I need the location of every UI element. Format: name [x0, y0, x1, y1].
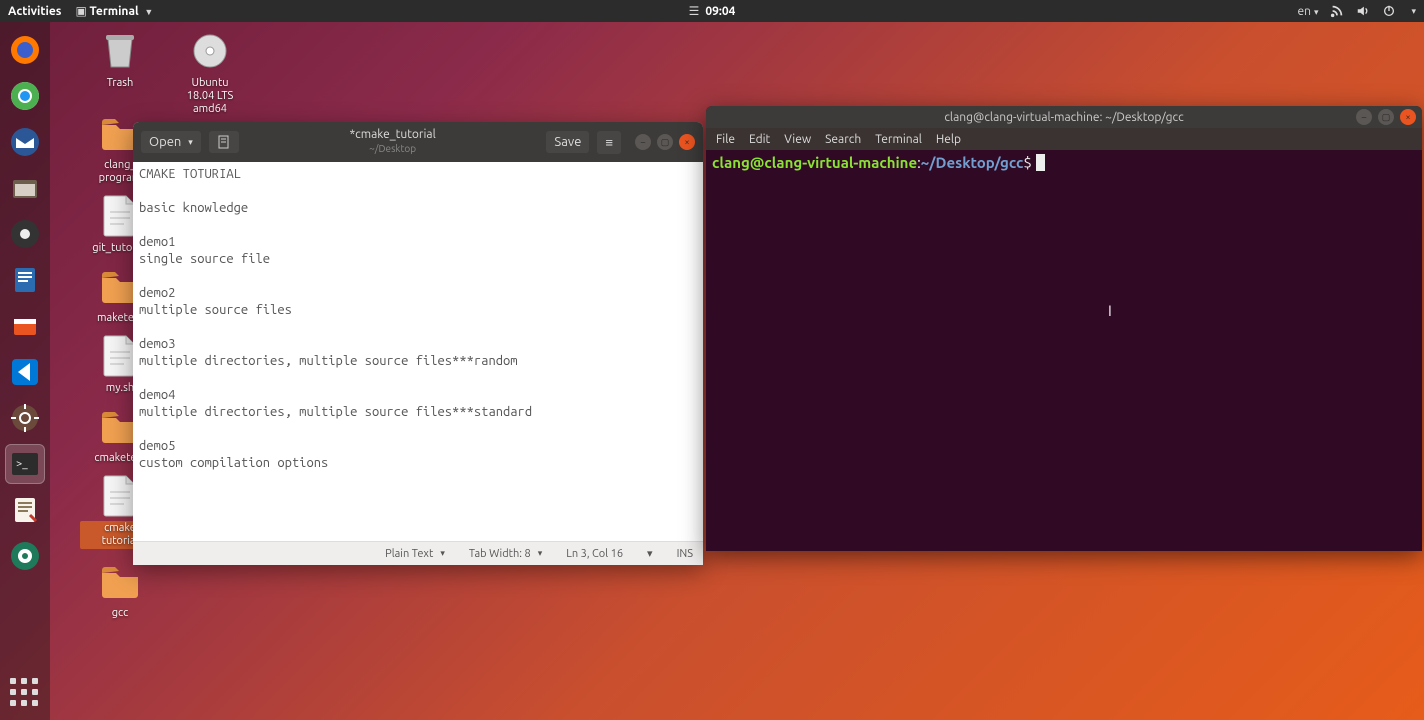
dock-gedit[interactable]: [5, 490, 45, 530]
desktop-icon-gcc[interactable]: gcc: [80, 560, 160, 621]
new-document-icon: [217, 135, 231, 149]
dock-firefox[interactable]: [5, 30, 45, 70]
maximize-button[interactable]: ▢: [1378, 109, 1394, 125]
text-cursor: [1036, 154, 1045, 171]
dock-terminal[interactable]: >_: [5, 444, 45, 484]
insert-mode[interactable]: INS: [677, 548, 693, 560]
language-selector[interactable]: Plain Text▾: [385, 548, 445, 560]
menu-view[interactable]: View: [784, 133, 811, 146]
icon-label: Trash: [80, 76, 160, 91]
launcher-dock: >_: [0, 22, 50, 720]
menu-help[interactable]: Help: [936, 133, 961, 146]
clock[interactable]: ☰ 09:04: [689, 4, 736, 18]
dock-settings[interactable]: [5, 398, 45, 438]
new-tab-button[interactable]: [209, 131, 239, 153]
top-panel: Activities ▣ Terminal ▼ ☰ 09:04 en▾ ▾: [0, 0, 1424, 22]
chevron-down-icon: ▼: [144, 7, 153, 17]
close-button[interactable]: ×: [1400, 109, 1416, 125]
menu-edit[interactable]: Edit: [749, 133, 770, 146]
terminal-body[interactable]: clang@clang-virtual-machine:~/Desktop/gc…: [706, 150, 1422, 551]
app-menu[interactable]: ▣ Terminal ▼: [75, 4, 153, 18]
gedit-window: Open▾ *cmake_tutorial ~/Desktop Save ≡ –…: [133, 122, 703, 565]
menu-file[interactable]: File: [716, 133, 735, 146]
calendar-icon: ☰: [689, 4, 700, 18]
minimize-button[interactable]: –: [635, 134, 651, 150]
desktop-icon-ubuntu-iso[interactable]: Ubuntu18.04 LTSamd64: [170, 30, 250, 117]
dock-help[interactable]: [5, 536, 45, 576]
gedit-headerbar[interactable]: Open▾ *cmake_tutorial ~/Desktop Save ≡ –…: [133, 122, 703, 162]
svg-text:>_: >_: [16, 458, 28, 470]
chevron-down-icon: ▾: [188, 137, 193, 148]
menu-search[interactable]: Search: [825, 133, 861, 146]
terminal-titlebar[interactable]: clang@clang-virtual-machine: ~/Desktop/g…: [706, 106, 1422, 128]
gedit-text-area[interactable]: CMAKE TOTURIAL basic knowledge demo1 sin…: [133, 162, 703, 541]
close-button[interactable]: ×: [679, 134, 695, 150]
dock-thunderbird[interactable]: [5, 122, 45, 162]
chevron-down-icon: ▾: [1314, 7, 1319, 17]
folder-icon: [96, 560, 144, 602]
trash-icon: [96, 30, 144, 72]
maximize-button[interactable]: ▢: [657, 134, 673, 150]
power-icon[interactable]: [1382, 4, 1396, 18]
prompt-userhost: clang@clang-virtual-machine: [712, 154, 917, 171]
minimize-button[interactable]: –: [1356, 109, 1372, 125]
dock-vscode[interactable]: [5, 352, 45, 392]
prompt-path: ~/Desktop/gcc: [921, 154, 1024, 171]
terminal-menubar: File Edit View Search Terminal Help: [706, 128, 1422, 150]
hamburger-menu-button[interactable]: ≡: [597, 131, 621, 154]
terminal-title-text: clang@clang-virtual-machine: ~/Desktop/g…: [944, 111, 1183, 124]
volume-icon[interactable]: [1356, 4, 1370, 18]
prompt-symbol: $: [1023, 154, 1031, 171]
dock-rhythmbox[interactable]: [5, 214, 45, 254]
activities-button[interactable]: Activities: [8, 5, 61, 18]
gedit-statusbar: Plain Text▾ Tab Width: 8▾ Ln 3, Col 16▾ …: [133, 541, 703, 565]
disc-icon: [186, 30, 234, 72]
save-button[interactable]: Save: [546, 131, 589, 153]
menu-terminal[interactable]: Terminal: [875, 133, 922, 146]
tab-width-selector[interactable]: Tab Width: 8▾: [469, 548, 542, 560]
gedit-title: *cmake_tutorial ~/Desktop: [247, 128, 539, 156]
mouse-text-cursor: I: [1108, 302, 1112, 319]
dock-files[interactable]: [5, 168, 45, 208]
dock-chrome[interactable]: [5, 76, 45, 116]
desktop-icon-trash[interactable]: Trash: [80, 30, 160, 91]
cursor-position[interactable]: Ln 3, Col 16▾: [566, 547, 652, 560]
icon-label: gcc: [80, 606, 160, 621]
show-applications-button[interactable]: [10, 678, 40, 708]
terminal-icon: ▣: [75, 5, 86, 18]
network-icon[interactable]: [1330, 4, 1344, 18]
dock-writer[interactable]: [5, 260, 45, 300]
icon-label: Ubuntu18.04 LTSamd64: [170, 76, 250, 117]
language-indicator[interactable]: en▾: [1297, 5, 1318, 18]
open-button[interactable]: Open▾: [141, 131, 201, 153]
chevron-down-icon: ▾: [1411, 6, 1416, 17]
hamburger-icon: ≡: [605, 135, 613, 150]
dock-software[interactable]: [5, 306, 45, 346]
terminal-window: clang@clang-virtual-machine: ~/Desktop/g…: [706, 106, 1422, 551]
